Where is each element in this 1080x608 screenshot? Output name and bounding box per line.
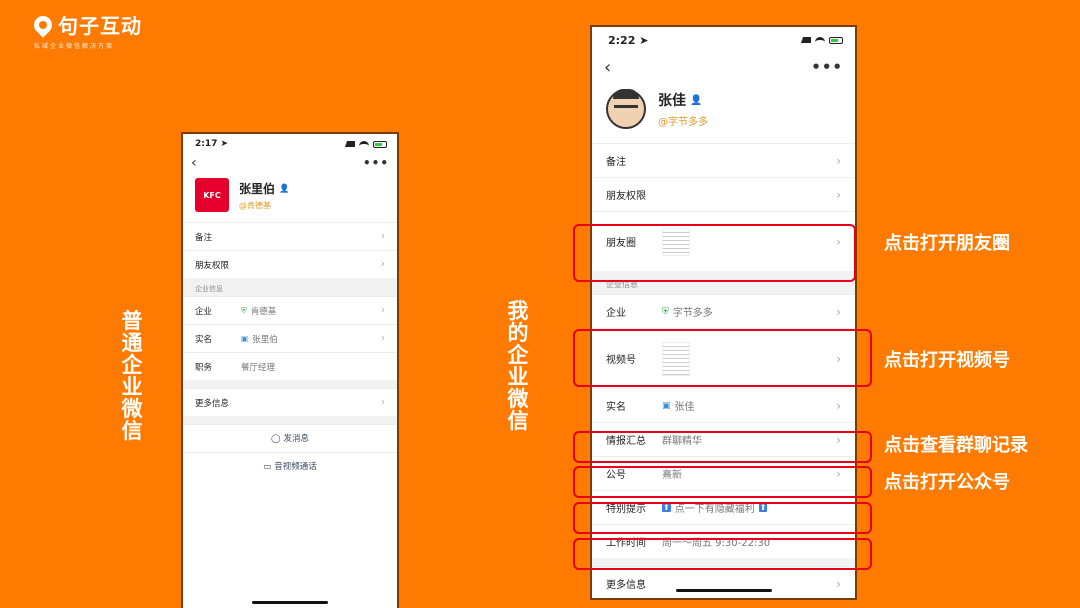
person-icon: 👤 [690,94,703,106]
highlight-special-tip [573,502,872,534]
location-pin-icon [30,11,56,38]
chevron-right-icon: › [380,305,385,316]
callout-channels: 点击打开视频号 [884,350,1010,371]
more-icon[interactable]: ••• [363,156,389,170]
verified-shield-icon: ⛨ [662,306,669,317]
status-time: 2:22 ➤ [608,33,649,47]
row-friend-permission[interactable]: 朋友权限 › [183,250,397,278]
row-position: 职务 餐厅经理 [183,352,397,380]
standard-wecom-phone: 2:17 ➤ ‹ ••• KFC 张里伯 👤 @肯德基 备注 › 朋友权限 › … [181,132,399,608]
chevron-right-icon: › [380,259,385,270]
more-icon[interactable]: ••• [811,58,843,76]
brand-name: 句子互动 [58,14,142,38]
profile-corp: @字节多多 [658,117,708,128]
right-caption: 我的企业微信 [507,299,529,433]
highlight-moments [573,224,856,282]
wifi-icon [359,141,369,147]
chevron-right-icon: › [836,187,841,202]
chevron-right-icon: › [836,576,841,591]
profile-name: 张里伯 [239,181,276,196]
signal-icon [801,37,811,43]
chat-bubble-icon: ◯ [270,434,281,444]
profile-name: 张佳 [658,93,686,109]
status-bar: 2:17 ➤ [183,134,397,154]
row-real-name[interactable]: 实名 ▣ 张里伯 › [183,324,397,352]
highlight-intel-summary [573,431,872,463]
callout-moments: 点击打开朋友圈 [884,233,1010,254]
signal-icon [345,141,355,147]
profile-corp: @肯德基 [239,200,271,210]
row-real-name[interactable]: 实名 ▣ 张佳 › [592,388,855,422]
row-remark[interactable]: 备注 › [592,143,855,177]
status-time: 2:17 ➤ [195,139,229,149]
section-enterprise-info: 企业信息 [183,278,397,296]
row-enterprise[interactable]: 企业 ⛨ 肯德基 › [183,296,397,324]
avatar[interactable] [606,89,646,129]
battery-icon [373,140,387,148]
avatar[interactable]: KFC [195,178,229,212]
brand-logo: 句子互动 私域企业微信解决方案 [30,10,142,50]
brand-tagline: 私域企业微信解决方案 [34,43,115,50]
verified-shield-icon: ⛨ [241,305,247,315]
wifi-icon [815,37,825,43]
row-more-info[interactable]: 更多信息 › [592,566,855,598]
home-indicator [252,601,328,604]
chevron-right-icon: › [836,398,841,413]
row-more-info[interactable]: 更多信息 › [183,388,397,416]
av-call-button[interactable]: ▭ 音视频通话 [183,452,397,480]
profile-header: KFC 张里伯 👤 @肯德基 [183,172,397,222]
profile-header: 张佳 👤 @字节多多 [592,81,855,143]
chevron-right-icon: › [380,397,385,408]
row-friend-permission[interactable]: 朋友权限 › [592,177,855,211]
id-card-icon: ▣ [662,400,671,411]
highlight-official-account [573,466,872,498]
callout-group-chat: 点击查看群聊记录 [884,435,1028,456]
highlight-channels [573,329,872,387]
back-icon[interactable]: ‹ [604,57,611,78]
chevron-right-icon: › [836,153,841,168]
send-message-button[interactable]: ◯ 发消息 [183,424,397,452]
status-bar: 2:22 ➤ [592,27,855,53]
chevron-right-icon: › [836,304,841,319]
row-remark[interactable]: 备注 › [183,222,397,250]
left-caption: 普通企业微信 [121,309,143,443]
chevron-right-icon: › [380,333,385,344]
person-icon: 👤 [279,182,290,193]
callout-official-account: 点击打开公众号 [884,472,1010,493]
row-enterprise[interactable]: 企业 ⛨ 字节多多 › [592,294,855,328]
chevron-right-icon: › [380,231,385,242]
nav-bar: ‹ ••• [592,53,855,81]
back-icon[interactable]: ‹ [191,155,197,171]
home-indicator [675,589,772,592]
battery-icon [829,36,843,44]
highlight-work-hours [573,538,872,570]
id-card-icon: ▣ [241,334,249,343]
nav-bar: ‹ ••• [183,154,397,172]
video-camera-icon: ▭ [263,462,272,472]
